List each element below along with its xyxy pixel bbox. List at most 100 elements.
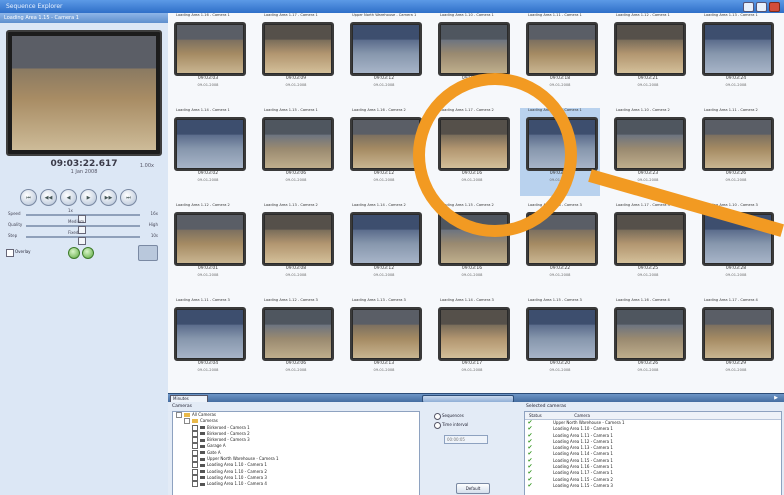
camera-thumbnail[interactable]: Loading Area 1.16 - Camera 4 09:03:26 09-0… bbox=[608, 298, 688, 386]
selected-camera-row[interactable]: ✔ Loading Area 1.15 - Camera 3 bbox=[525, 482, 781, 489]
thumbnail-frame[interactable] bbox=[526, 117, 598, 171]
camera-thumbnail[interactable]: Loading Area 1.13 - Camera 1 09:03:24 09-0… bbox=[696, 13, 776, 101]
camera-thumbnail[interactable]: Loading Area 1.17 - Camera 4 09:03:29 09-0… bbox=[696, 298, 776, 386]
camera-thumbnail[interactable]: Loading Area 1.16 - Camera 2 09:03:12 09-0… bbox=[344, 108, 424, 196]
thumbnail-frame[interactable] bbox=[438, 22, 510, 76]
thumbnail-frame[interactable] bbox=[702, 212, 774, 266]
camera-thumbnail[interactable]: Loading Area 1.17 - Camera 2 09:03:16 09-0… bbox=[432, 108, 512, 196]
warehouse-scene-image bbox=[353, 120, 419, 168]
camera-checkbox[interactable] bbox=[192, 462, 198, 469]
camera-checkbox[interactable] bbox=[192, 443, 198, 450]
camera-checkbox[interactable] bbox=[192, 481, 198, 488]
camera-thumbnail[interactable]: Loading Area 1.15 - Camera 3 09:03:20 09-0… bbox=[520, 298, 600, 386]
thumbnail-frame[interactable] bbox=[526, 307, 598, 361]
cameras-panel-label: Cameras bbox=[172, 404, 193, 409]
camera-thumbnail[interactable]: Loading Area 1.12 - Camera 1 09:03:21 09-0… bbox=[608, 13, 688, 101]
thumbnail-frame[interactable] bbox=[702, 22, 774, 76]
quality-slider[interactable] bbox=[26, 225, 140, 234]
close-icon[interactable] bbox=[769, 2, 780, 12]
camera-thumbnail[interactable]: Loading Area 1.14 - Camera 1 09:03:02 09-0… bbox=[168, 108, 248, 196]
camera-thumbnail[interactable]: Loading Area 1.15 - Camera 2 09:03:16 09-0… bbox=[432, 203, 512, 291]
overlay-checkbox[interactable] bbox=[6, 249, 14, 257]
play-button[interactable]: ▶ bbox=[80, 189, 97, 206]
warehouse-scene-image bbox=[617, 120, 683, 168]
thumbnail-date: 09-01-2008 bbox=[549, 83, 571, 87]
camera-thumbnail[interactable]: Loading Area 1.11 - Camera 3 09:03:04 09-0… bbox=[168, 298, 248, 386]
thumbnail-frame[interactable] bbox=[438, 307, 510, 361]
step-slider-knob[interactable] bbox=[78, 237, 87, 245]
thumbnail-frame[interactable] bbox=[262, 212, 334, 266]
tree-camera-item[interactable]: Loading Area 1.10 - Camera 4 bbox=[173, 481, 419, 488]
camera-thumbnail[interactable]: Loading Area 1.16 - Camera 1 09:03:03 09-0… bbox=[168, 13, 248, 101]
sequences-label: Sequences bbox=[442, 413, 464, 418]
camera-thumbnail[interactable]: Loading Area 1.11 - Camera 2 09:03:26 09-0… bbox=[696, 108, 776, 196]
camera-thumbnail[interactable]: Loading Area 1.17 - Camera 3 09:03:25 09-0… bbox=[608, 203, 688, 291]
timeline-next-icon[interactable]: ▶ bbox=[774, 395, 778, 401]
thumbnail-frame[interactable] bbox=[702, 117, 774, 171]
camera-checkbox[interactable] bbox=[192, 430, 198, 437]
thumbnail-frame[interactable] bbox=[614, 22, 686, 76]
camera-thumbnail[interactable]: Loading Area 1.11 - Camera 1 09:03:18 09-0… bbox=[520, 13, 600, 101]
camera-checkbox[interactable] bbox=[192, 449, 198, 456]
camera-thumbnail[interactable]: Loading Area 1.16 - Camera 3 09:03:22 09-0… bbox=[520, 203, 600, 291]
thumbnail-frame[interactable] bbox=[614, 117, 686, 171]
camera-tool-icon[interactable] bbox=[138, 245, 158, 261]
step-slider[interactable] bbox=[26, 236, 140, 245]
thumbnail-frame[interactable] bbox=[262, 307, 334, 361]
thumbnail-frame[interactable] bbox=[174, 117, 246, 171]
camera-thumbnail[interactable]: Loading Area 1.13 - Camera 3 09:03:13 09-0… bbox=[344, 298, 424, 386]
camera-thumbnail[interactable]: Loading Area 1.14 - Camera 3 09:03:17 09-0… bbox=[432, 298, 512, 386]
thumbnail-frame[interactable] bbox=[526, 22, 598, 76]
thumbnail-frame[interactable] bbox=[350, 212, 422, 266]
expand-icon[interactable] bbox=[184, 418, 190, 425]
camera-thumbnail[interactable]: Loading Area 1.10 - Camera 3 09:03:28 09-0… bbox=[696, 203, 776, 291]
thumbnail-frame[interactable] bbox=[614, 212, 686, 266]
camera-thumbnail[interactable]: Loading Area 1.13 - Camera 2 09:03:08 09-0… bbox=[256, 203, 336, 291]
expand-icon[interactable] bbox=[176, 412, 182, 418]
camera-thumbnail[interactable]: Loading Area 1.14 - Camera 2 09:03:12 09-0… bbox=[344, 203, 424, 291]
thumbnail-frame[interactable] bbox=[702, 307, 774, 361]
camera-checkbox[interactable] bbox=[192, 456, 198, 463]
thumbnail-frame[interactable] bbox=[438, 212, 510, 266]
speed-slider[interactable] bbox=[26, 214, 140, 223]
default-button[interactable]: Default bbox=[456, 483, 490, 494]
camera-thumbnail[interactable]: Loading Area 1.15 - Camera 1 09:03:20 09-0… bbox=[520, 108, 600, 196]
previous-sequence-button[interactable] bbox=[68, 247, 80, 259]
camera-checkbox[interactable] bbox=[192, 437, 198, 444]
camera-thumbnail[interactable]: Upper North Warehouse - Camera 1 09:03:12… bbox=[344, 13, 424, 101]
camera-thumbnail[interactable]: Loading Area 1.17 - Camera 1 09:03:09 09-0… bbox=[256, 13, 336, 101]
sequences-radio[interactable] bbox=[434, 413, 441, 420]
maximize-icon[interactable] bbox=[756, 2, 767, 12]
next-frame-button[interactable]: ▶▶ bbox=[100, 189, 117, 206]
thumbnail-frame[interactable] bbox=[526, 212, 598, 266]
thumbnail-frame[interactable] bbox=[174, 22, 246, 76]
last-frame-button[interactable]: ⏭ bbox=[120, 189, 137, 206]
camera-thumbnail[interactable]: Loading Area 1.15 - Camera 1 09:03:06 09-0… bbox=[256, 108, 336, 196]
time-interval-label: Time interval bbox=[442, 422, 469, 427]
first-frame-button[interactable]: ⏮ bbox=[20, 189, 37, 206]
thumbnail-frame[interactable] bbox=[614, 307, 686, 361]
thumbnail-frame[interactable] bbox=[350, 117, 422, 171]
thumbnail-frame[interactable] bbox=[262, 117, 334, 171]
thumbnail-frame[interactable] bbox=[438, 117, 510, 171]
camera-checkbox[interactable] bbox=[192, 424, 198, 431]
interval-input[interactable]: 00:00:05 bbox=[444, 435, 488, 444]
live-video-view[interactable] bbox=[6, 30, 162, 156]
camera-thumbnail[interactable]: Loading Area 1.12 - Camera 3 09:03:06 09-0… bbox=[256, 298, 336, 386]
camera-thumbnail[interactable]: Loading Area 1.10 - Camera 2 09:03:23 09-0… bbox=[608, 108, 688, 196]
time-interval-radio[interactable] bbox=[434, 422, 441, 429]
camera-checkbox[interactable] bbox=[192, 474, 198, 481]
prev-frame-button[interactable]: ◀◀ bbox=[40, 189, 57, 206]
camera-checkbox[interactable] bbox=[192, 468, 198, 475]
thumbnail-frame[interactable] bbox=[350, 22, 422, 76]
next-sequence-button[interactable] bbox=[82, 247, 94, 259]
thumbnail-frame[interactable] bbox=[350, 307, 422, 361]
camera-thumbnail[interactable]: Loading Area 1.10 - Camera 1 09:03:15 09-0… bbox=[432, 13, 512, 101]
thumbnail-frame[interactable] bbox=[174, 212, 246, 266]
thumbnail-frame[interactable] bbox=[174, 307, 246, 361]
thumbnail-frame[interactable] bbox=[262, 22, 334, 76]
thumbnail-caption: Loading Area 1.16 - Camera 3 bbox=[528, 203, 582, 207]
rewind-button[interactable]: ◀ bbox=[60, 189, 77, 206]
minimize-icon[interactable] bbox=[743, 2, 754, 12]
camera-thumbnail[interactable]: Loading Area 1.12 - Camera 2 09:03:01 09-0… bbox=[168, 203, 248, 291]
